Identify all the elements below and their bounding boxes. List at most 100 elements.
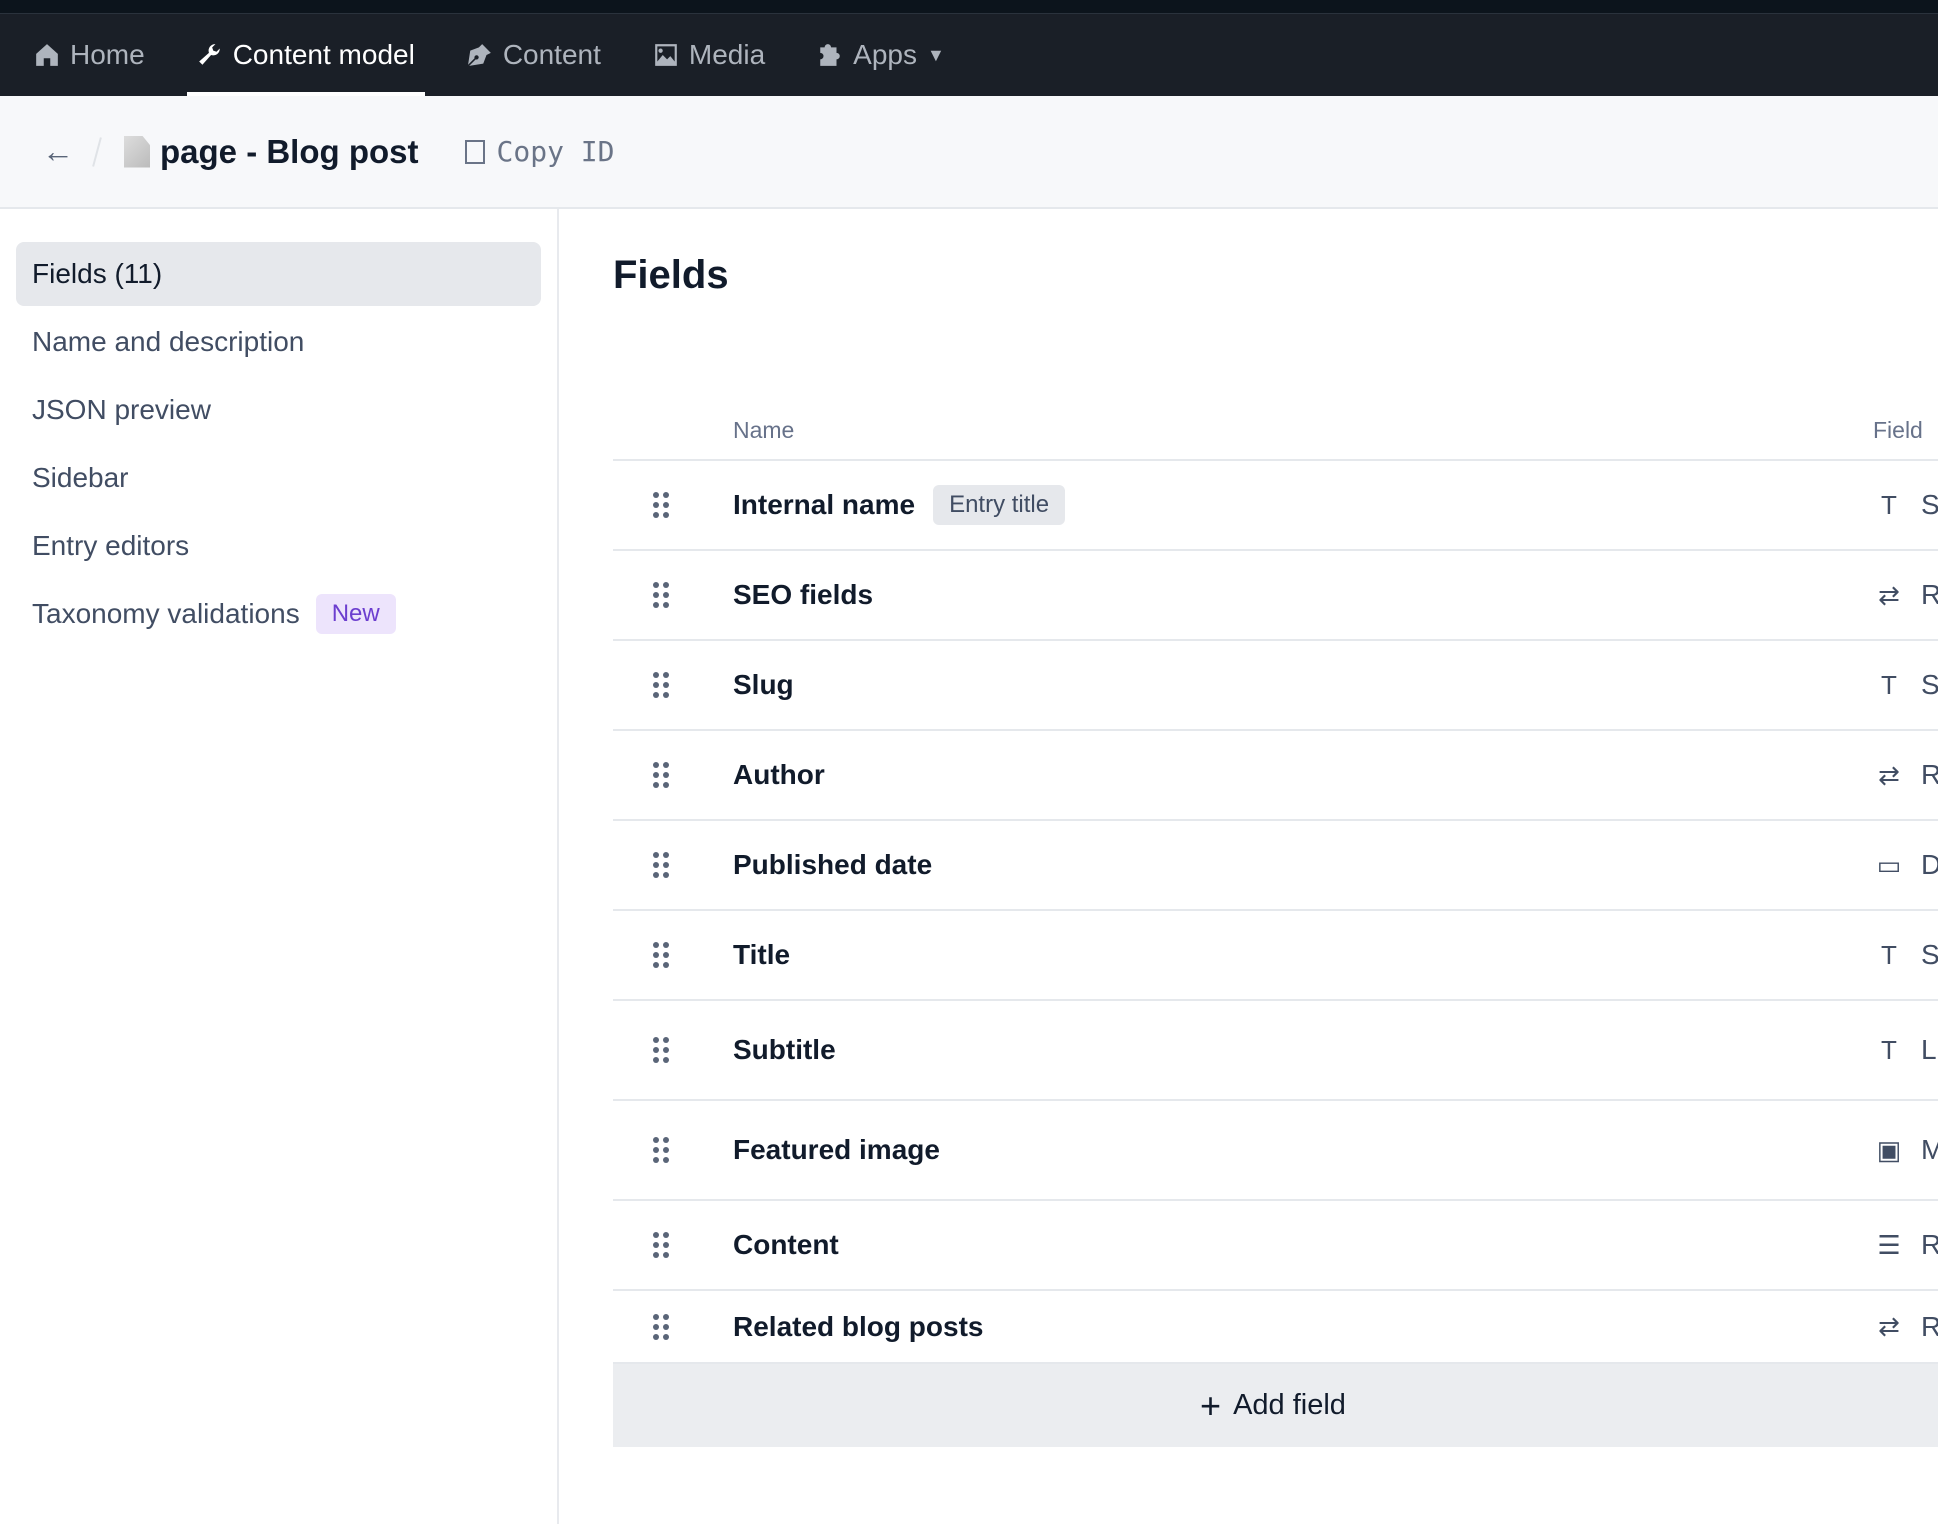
top-nav: Home Content model Content Media Apps ▼ xyxy=(0,14,1938,96)
sidebar-item-taxonomy-validations[interactable]: Taxonomy validations New xyxy=(16,582,541,646)
sidebar-item-entry-editors[interactable]: Entry editors xyxy=(16,514,541,578)
nav-home-label: Home xyxy=(70,39,145,70)
sidebar-item-label: Fields (11) xyxy=(32,258,163,289)
drag-handle-icon[interactable] xyxy=(653,1137,669,1163)
sidebar: Fields (11) Name and description JSON pr… xyxy=(0,209,559,1524)
drag-handle-icon[interactable] xyxy=(653,762,669,788)
sidebar-item-label: JSON preview xyxy=(32,394,211,425)
fields-panel: Fields Name Field Internal name Entry tit… xyxy=(613,209,1938,1447)
nav-home[interactable]: Home xyxy=(34,14,145,96)
table-row[interactable]: Featured image ▣ M xyxy=(613,1101,1938,1201)
field-name-text: Author xyxy=(733,759,825,790)
table-header: Name Field xyxy=(613,369,1938,461)
drag-handle-icon[interactable] xyxy=(653,672,669,698)
drag-handle-icon[interactable] xyxy=(653,1232,669,1258)
table-row[interactable]: Content ☰ R xyxy=(613,1201,1938,1291)
content-type-icon xyxy=(124,135,150,168)
wrench-icon xyxy=(198,44,220,65)
chevron-down-icon: ▼ xyxy=(926,44,945,65)
table-row[interactable]: Title T S xyxy=(613,911,1938,1001)
back-arrow-icon[interactable]: ← xyxy=(42,133,74,170)
nav-apps-label: Apps xyxy=(853,39,917,70)
drag-handle-icon[interactable] xyxy=(653,582,669,608)
nav-media[interactable]: Media xyxy=(653,14,765,96)
drag-handle-icon[interactable] xyxy=(653,942,669,968)
sidebar-item-sidebar[interactable]: Sidebar xyxy=(16,446,541,510)
copy-id-label: Copy ID xyxy=(496,135,615,168)
puzzle-icon xyxy=(820,44,840,66)
sidebar-item-fields[interactable]: Fields (11) xyxy=(16,242,541,306)
nav-content-label: Content xyxy=(502,39,601,70)
plus-icon: + xyxy=(1200,1384,1222,1426)
text-icon: T xyxy=(1881,1034,1897,1065)
field-name: Title xyxy=(733,939,790,971)
nav-content-model[interactable]: Content model xyxy=(186,14,425,96)
sidebar-item-json-preview[interactable]: JSON preview xyxy=(16,378,541,442)
field-type: S xyxy=(1921,669,1938,700)
table-row[interactable]: Published date ▭ D xyxy=(613,821,1938,911)
sidebar-item-label: Sidebar xyxy=(32,462,129,493)
field-type: R xyxy=(1921,759,1938,790)
table-row[interactable]: Author ⇄ R xyxy=(613,731,1938,821)
breadcrumb-separator xyxy=(92,136,102,167)
drag-handle-icon[interactable] xyxy=(653,492,669,518)
column-field-type: Field xyxy=(1873,417,1923,443)
table-row[interactable]: Related blog posts ⇄ R xyxy=(613,1291,1938,1364)
field-name: Slug xyxy=(733,669,794,701)
field-type: S xyxy=(1921,939,1938,970)
text-icon: T xyxy=(1881,669,1897,700)
nav-content[interactable]: Content xyxy=(467,14,601,96)
field-name-text: Featured image xyxy=(733,1134,940,1165)
table-row[interactable]: Slug T S xyxy=(613,641,1938,731)
field-type: L xyxy=(1921,1034,1937,1065)
pen-icon xyxy=(467,44,491,66)
field-name: Featured image xyxy=(733,1134,940,1166)
field-name: Content xyxy=(733,1229,839,1261)
field-type: R xyxy=(1921,1229,1938,1260)
table-row[interactable]: Subtitle T L xyxy=(613,1001,1938,1101)
field-name: Published date xyxy=(733,849,932,881)
copy-id-button[interactable]: Copy ID xyxy=(464,135,615,168)
table-row[interactable]: SEO fields ⇄ R xyxy=(613,551,1938,641)
column-name: Name xyxy=(733,417,795,443)
sidebar-item-label: Entry editors xyxy=(32,530,190,561)
field-name-text: SEO fields xyxy=(733,579,874,610)
field-name: Related blog posts xyxy=(733,1311,983,1343)
field-type: D xyxy=(1921,849,1938,880)
add-field-label: Add field xyxy=(1233,1389,1346,1421)
drag-handle-icon[interactable] xyxy=(653,1037,669,1063)
new-badge: New xyxy=(315,594,396,634)
home-icon xyxy=(36,44,58,66)
reference-icon: ⇄ xyxy=(1878,579,1900,610)
field-type: R xyxy=(1921,1310,1938,1342)
add-field-button[interactable]: + Add field xyxy=(613,1364,1938,1447)
field-name-text: Content xyxy=(733,1229,839,1260)
nav-apps[interactable]: Apps ▼ xyxy=(817,14,945,96)
section-title: Fields xyxy=(613,253,729,297)
field-name: SEO fields xyxy=(733,579,873,611)
rich-text-icon: ☰ xyxy=(1877,1229,1901,1260)
field-name: Author xyxy=(733,759,825,791)
copy-icon xyxy=(464,139,485,164)
field-type: M xyxy=(1921,1134,1938,1165)
reference-icon: ⇄ xyxy=(1878,759,1900,790)
field-name-text: Related blog posts xyxy=(733,1310,984,1342)
page-title: page - Blog post xyxy=(160,132,419,170)
calendar-icon: ▭ xyxy=(1876,849,1902,880)
drag-handle-icon[interactable] xyxy=(653,852,669,878)
field-name-text: Subtitle xyxy=(733,1034,836,1065)
image-icon xyxy=(655,44,677,66)
nav-content-model-label: Content model xyxy=(232,39,415,70)
entry-title-badge: Entry title xyxy=(933,485,1066,525)
drag-handle-icon[interactable] xyxy=(653,1313,669,1340)
sidebar-item-name-description[interactable]: Name and description xyxy=(16,310,541,374)
window-top-strip xyxy=(0,0,1938,14)
field-name: Internal name Entry title xyxy=(733,485,1066,525)
field-type: S xyxy=(1921,489,1938,520)
table-row[interactable]: Internal name Entry title T S xyxy=(613,461,1938,551)
text-icon: T xyxy=(1881,489,1897,520)
media-icon: ▣ xyxy=(1876,1134,1902,1165)
page-header: ← page - Blog post Copy ID xyxy=(0,96,1938,209)
field-name-text: Title xyxy=(733,939,791,970)
sidebar-item-label: Name and description xyxy=(32,326,305,357)
